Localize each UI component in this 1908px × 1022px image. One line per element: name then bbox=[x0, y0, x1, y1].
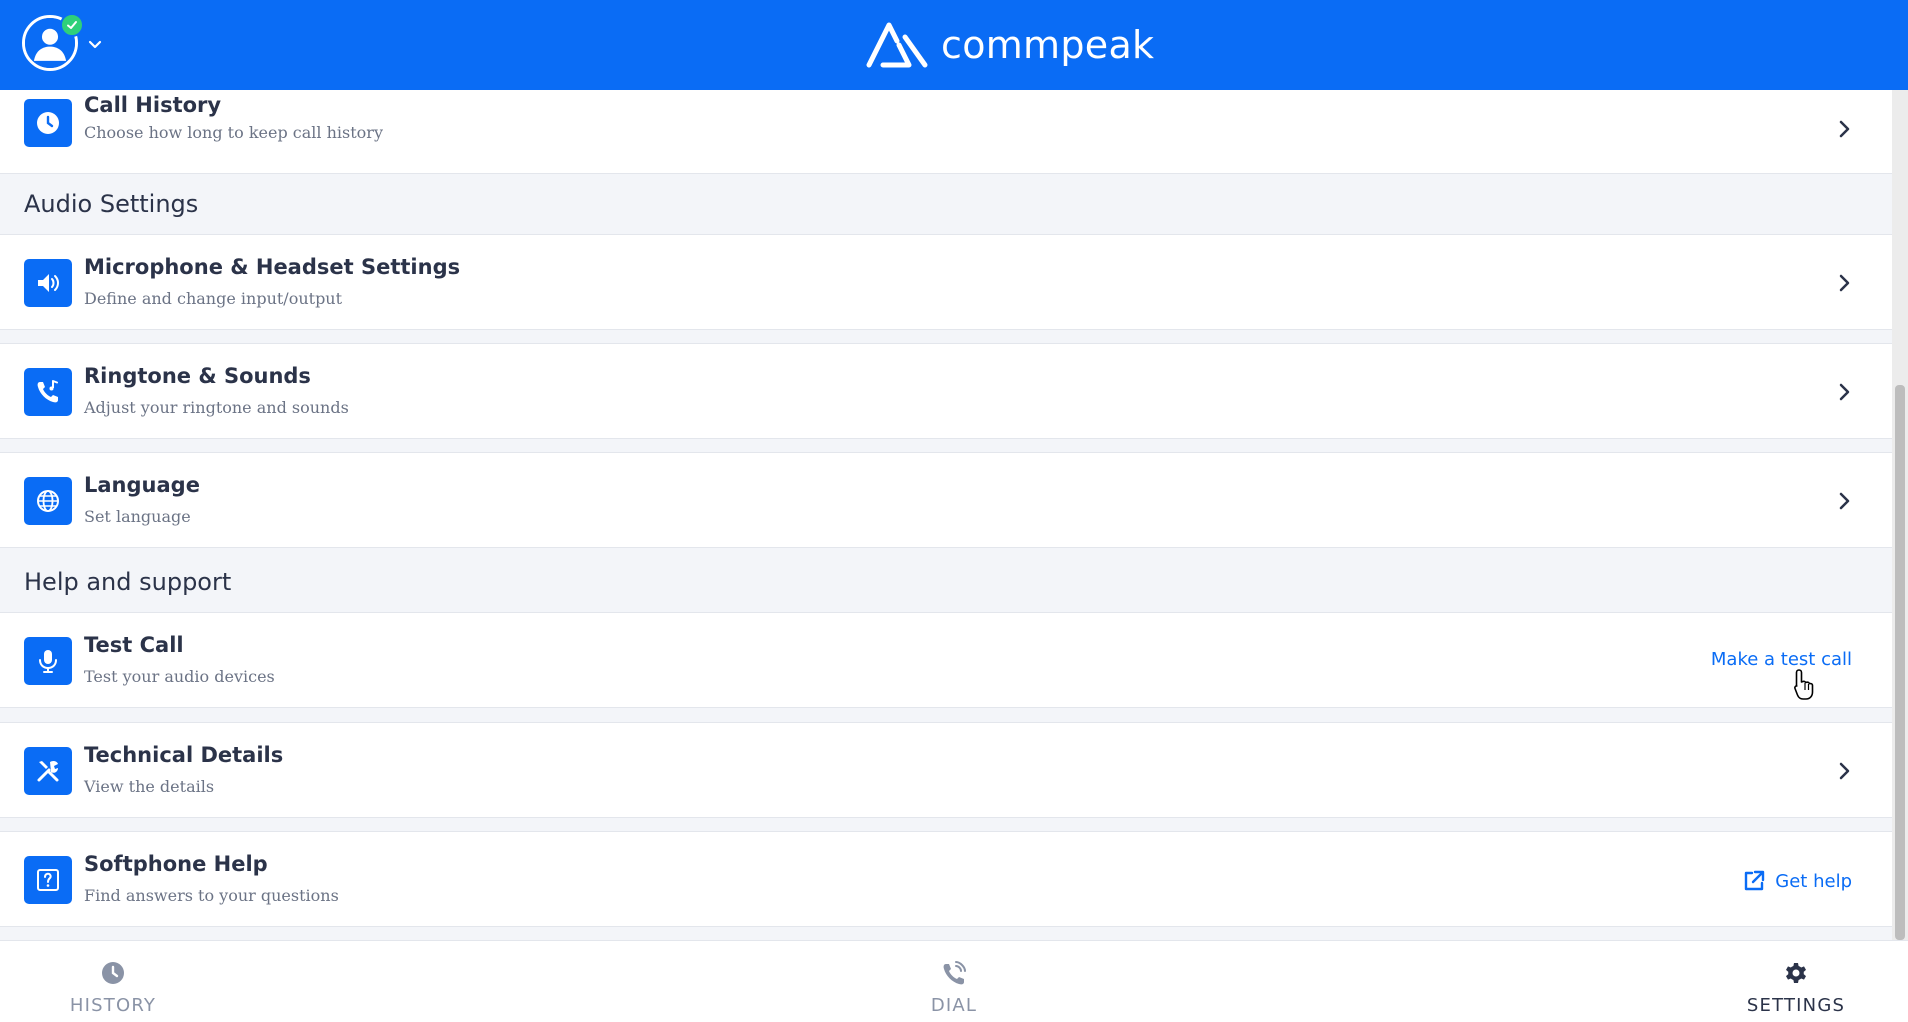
row-icon-box bbox=[24, 637, 72, 685]
row-subtitle: Adjust your ringtone and sounds bbox=[84, 398, 349, 417]
nav-tab-settings[interactable]: SETTINGS bbox=[1745, 941, 1847, 1022]
settings-list: Call History Choose how long to keep cal… bbox=[0, 90, 1892, 940]
softphone-app: commpeak Call History Choose how long to… bbox=[0, 0, 1908, 1022]
row-title: Ringtone & Sounds bbox=[84, 364, 311, 388]
chevron-right-icon[interactable] bbox=[1832, 117, 1856, 141]
settings-row-microphone[interactable]: Microphone & Headset Settings Define and… bbox=[0, 234, 1892, 330]
row-icon-box bbox=[24, 259, 72, 307]
hand-cursor-icon bbox=[1794, 669, 1814, 700]
section-title: Help and support bbox=[24, 568, 232, 596]
speaker-icon bbox=[38, 274, 59, 292]
clock-icon bbox=[37, 112, 59, 134]
row-icon-box bbox=[24, 477, 72, 525]
row-title: Softphone Help bbox=[84, 852, 268, 876]
row-icon-box bbox=[24, 368, 72, 416]
get-help-link[interactable]: Get help bbox=[1741, 868, 1852, 894]
clock-icon bbox=[102, 962, 124, 984]
question-icon bbox=[37, 869, 59, 891]
bottom-nav: HISTORY DIAL SETTINGS bbox=[0, 940, 1908, 1022]
row-icon-box bbox=[24, 747, 72, 795]
row-subtitle: Choose how long to keep call history bbox=[84, 123, 383, 142]
external-link-icon bbox=[1745, 870, 1765, 891]
row-subtitle: Find answers to your questions bbox=[84, 886, 339, 905]
row-subtitle: View the details bbox=[84, 777, 215, 796]
row-subtitle: Define and change input/output bbox=[84, 289, 343, 308]
nav-label: HISTORY bbox=[69, 995, 157, 1016]
brand: commpeak bbox=[865, 18, 1154, 72]
gear-icon bbox=[1786, 963, 1806, 983]
phone-music-icon bbox=[37, 380, 58, 403]
microphone-icon bbox=[39, 650, 57, 673]
settings-row-test-call[interactable]: Test Call Test your audio devices Make a… bbox=[0, 612, 1892, 708]
row-title: Technical Details bbox=[84, 743, 284, 767]
section-title: Audio Settings bbox=[24, 190, 199, 218]
chevron-right-icon[interactable] bbox=[1832, 489, 1856, 513]
settings-row-ringtone[interactable]: Ringtone & Sounds Adjust your ringtone a… bbox=[0, 343, 1892, 439]
user-avatar-menu[interactable] bbox=[22, 13, 84, 75]
row-title: Call History bbox=[84, 93, 222, 117]
settings-row-softphone-help[interactable]: Softphone Help Find answers to your ques… bbox=[0, 831, 1892, 927]
row-icon-box bbox=[24, 99, 72, 147]
nav-label: SETTINGS bbox=[1746, 995, 1846, 1016]
brand-name: commpeak bbox=[941, 23, 1155, 67]
chevron-down-icon[interactable] bbox=[86, 36, 104, 54]
tools-icon bbox=[37, 760, 59, 782]
chevron-right-icon[interactable] bbox=[1832, 380, 1856, 404]
nav-label: DIAL bbox=[930, 995, 978, 1016]
phone-ring-icon bbox=[943, 961, 966, 985]
check-icon bbox=[67, 21, 77, 29]
row-title: Microphone & Headset Settings bbox=[84, 255, 461, 279]
presence-badge bbox=[60, 13, 84, 37]
settings-row-language[interactable]: Language Set language bbox=[0, 452, 1892, 548]
scrollbar-thumb[interactable] bbox=[1895, 385, 1905, 940]
make-test-call-link[interactable]: Make a test call bbox=[1711, 649, 1852, 670]
settings-row-call-history[interactable]: Call History Choose how long to keep cal… bbox=[0, 90, 1892, 174]
row-subtitle: Test your audio devices bbox=[84, 667, 275, 686]
nav-tab-history[interactable]: HISTORY bbox=[68, 941, 158, 1022]
row-title: Test Call bbox=[84, 633, 184, 657]
app-header: commpeak bbox=[0, 0, 1908, 90]
section-header-audio: Audio Settings bbox=[0, 174, 1892, 234]
chevron-right-icon[interactable] bbox=[1832, 759, 1856, 783]
row-icon-box bbox=[24, 856, 72, 904]
settings-row-technical-details[interactable]: Technical Details View the details bbox=[0, 722, 1892, 818]
row-title: Language bbox=[84, 473, 200, 497]
row-subtitle: Set language bbox=[84, 507, 191, 526]
chevron-right-icon[interactable] bbox=[1832, 271, 1856, 295]
section-header-help: Help and support bbox=[0, 552, 1892, 612]
get-help-label: Get help bbox=[1775, 870, 1852, 892]
globe-icon bbox=[37, 490, 59, 512]
commpeak-logo-icon bbox=[866, 22, 928, 68]
nav-tab-dial[interactable]: DIAL bbox=[924, 941, 984, 1022]
